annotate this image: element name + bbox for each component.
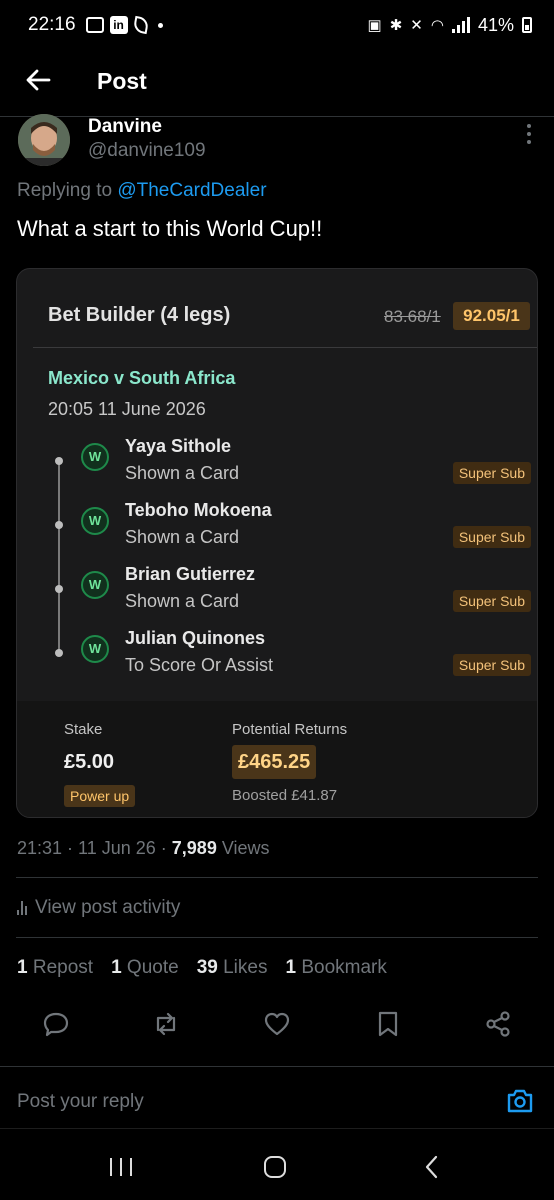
quotes-label: Quote xyxy=(126,957,179,978)
avatar[interactable] xyxy=(18,114,70,166)
win-badge: W xyxy=(81,507,109,535)
bet-leg: W Teboho Mokoena Shown a Card Super Sub xyxy=(17,500,537,560)
home-icon[interactable] xyxy=(264,1156,286,1178)
reply-mention-link[interactable]: @TheCardDealer xyxy=(117,180,266,201)
returns-value: £465.25 xyxy=(232,745,317,779)
super-sub-tag: Super Sub xyxy=(452,590,531,612)
quotes-stat[interactable]: 1 Quote xyxy=(111,957,179,979)
post-date: 11 Jun 26 xyxy=(78,838,156,858)
divider xyxy=(16,877,538,878)
divider xyxy=(0,1128,554,1129)
stake-section: Stake £5.00 Power up Potential Returns £… xyxy=(17,701,537,817)
more-options-icon[interactable] xyxy=(526,124,532,144)
leg-player: Julian Quinones xyxy=(125,628,266,648)
top-app-bar: Post xyxy=(0,56,554,106)
likes-count: 39 xyxy=(196,957,218,978)
replying-to: Replying to @TheCardDealer xyxy=(17,180,267,202)
card-divider xyxy=(33,347,537,348)
image-icon xyxy=(85,17,104,33)
divider xyxy=(16,937,538,938)
bet-builder-card[interactable]: Bet Builder (4 legs) 83.68/1 92.05/1 Mex… xyxy=(16,268,538,818)
activity-label: View post activity xyxy=(35,897,181,918)
match-name: Mexico v South Africa xyxy=(48,368,236,388)
odds-old: 83.68/1 xyxy=(384,307,441,326)
post-text: What a start to this World Cup!! xyxy=(17,216,323,241)
match-time: 20:05 11 June 2026 xyxy=(48,399,206,419)
super-sub-tag: Super Sub xyxy=(452,462,531,484)
likes-label: Likes xyxy=(223,957,268,978)
reply-icon[interactable] xyxy=(42,1010,70,1038)
reply-input[interactable]: Post your reply xyxy=(17,1091,144,1113)
notification-icons: in xyxy=(85,15,163,35)
recent-apps-icon[interactable] xyxy=(110,1158,132,1176)
stake-label: Stake xyxy=(64,721,103,738)
action-bar xyxy=(0,1010,554,1050)
bet-leg: W Yaya Sithole Shown a Card Super Sub xyxy=(17,436,537,496)
views-label: Views xyxy=(221,838,270,858)
analytics-icon xyxy=(17,901,27,915)
bookmarks-stat[interactable]: 1 Bookmark xyxy=(285,957,386,979)
status-bar: 22:16 in ▣ ✱ ✕ ◠ 41% xyxy=(0,0,554,50)
reposts-label: Repost xyxy=(32,957,94,978)
post-meta: 21:31 · 11 Jun 26 · 7,989 Views xyxy=(17,838,270,858)
system-nav-bar xyxy=(0,1130,554,1200)
wifi-icon: ◠ xyxy=(430,17,444,34)
boosted-amount: Boosted £41.87 xyxy=(232,787,338,804)
battery-saver-icon: ▣ xyxy=(367,17,382,34)
bet-leg: W Brian Gutierrez Shown a Card Super Sub xyxy=(17,564,537,624)
reposts-count: 1 xyxy=(17,957,28,978)
bookmark-icon[interactable] xyxy=(374,1010,402,1038)
replying-to-label: Replying to xyxy=(17,180,118,201)
camera-icon[interactable] xyxy=(506,1088,534,1114)
mute-icon: ✕ xyxy=(410,17,423,34)
likes-stat[interactable]: 39 Likes xyxy=(197,957,268,979)
super-sub-tag: Super Sub xyxy=(452,654,531,676)
system-icons: ▣ ✱ ✕ ◠ 41% xyxy=(368,15,532,36)
engagement-stats: 1 Repost 1 Quote 39 Likes 1 Bookmark xyxy=(17,957,387,979)
bluetooth-icon: ✱ xyxy=(389,17,403,34)
author-name[interactable]: Danvine xyxy=(88,116,162,138)
power-up-tag: Power up xyxy=(64,785,136,807)
dot-icon xyxy=(157,22,163,28)
linkedin-icon: in xyxy=(109,16,128,34)
leg-market: Shown a Card xyxy=(125,527,240,547)
share-icon[interactable] xyxy=(484,1010,512,1038)
reposts-stat[interactable]: 1 Repost xyxy=(17,957,93,979)
returns-label: Potential Returns xyxy=(232,721,348,738)
repost-icon[interactable] xyxy=(152,1010,180,1038)
status-time: 22:16 xyxy=(28,14,76,35)
win-badge: W xyxy=(81,571,109,599)
battery-icon xyxy=(522,17,532,33)
leg-market: Shown a Card xyxy=(125,591,240,611)
like-icon[interactable] xyxy=(263,1010,291,1038)
leg-player: Brian Gutierrez xyxy=(125,564,256,584)
leg-player: Teboho Mokoena xyxy=(125,500,272,520)
win-badge: W xyxy=(81,443,109,471)
bet-leg: W Julian Quinones To Score Or Assist Sup… xyxy=(17,628,537,688)
back-arrow-icon[interactable] xyxy=(24,66,52,94)
view-post-activity[interactable]: View post activity xyxy=(17,897,180,919)
leg-player: Yaya Sithole xyxy=(125,436,232,456)
system-back-icon[interactable] xyxy=(424,1155,438,1179)
page-title: Post xyxy=(97,68,147,94)
divider xyxy=(0,1066,554,1067)
bookmarks-label: Bookmark xyxy=(301,957,387,978)
leg-market: Shown a Card xyxy=(125,463,240,483)
win-badge: W xyxy=(81,635,109,663)
leg-market: To Score Or Assist xyxy=(125,655,274,675)
leaf-icon xyxy=(132,15,149,35)
author-handle[interactable]: @danvine109 xyxy=(88,140,206,162)
signal-icon xyxy=(451,17,470,33)
super-sub-tag: Super Sub xyxy=(452,526,531,548)
bet-title: Bet Builder (4 legs) xyxy=(48,304,231,326)
odds-boosted: 92.05/1 xyxy=(453,302,530,330)
stake-value: £5.00 xyxy=(64,751,115,773)
header-divider xyxy=(0,116,554,117)
views-count: 7,989 xyxy=(171,838,217,858)
battery-percent: 41% xyxy=(477,14,514,35)
post-time: 21:31 xyxy=(17,838,63,858)
quotes-count: 1 xyxy=(111,957,122,978)
bookmarks-count: 1 xyxy=(285,957,297,978)
